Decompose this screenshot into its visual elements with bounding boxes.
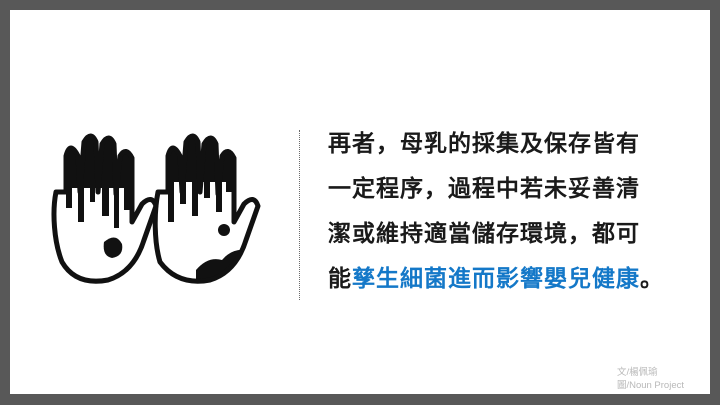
body-line-1: 再者，母乳的採集及保存皆有	[328, 131, 640, 157]
body-line-2: 一定程序，過程中若未妥善清	[328, 176, 640, 202]
dirty-hand-left-icon	[51, 133, 159, 284]
body-line-4: 能孳生細菌進而影響嬰兒健康。	[328, 257, 708, 302]
vertical-divider	[299, 130, 300, 300]
body-line-3: 潔或維持適當儲存環境，都可	[328, 221, 640, 247]
highlighted-phrase: 孳生細菌進而影響嬰兒健康	[352, 266, 640, 292]
slide-card: 再者，母乳的採集及保存皆有 一定程序，過程中若未妥善清 潔或維持適當儲存環境，都…	[10, 10, 710, 394]
credit-author: 文/楊佩瑜	[616, 367, 658, 378]
dirty-hands-icon	[51, 133, 261, 284]
body-text: 再者，母乳的採集及保存皆有 一定程序，過程中若未妥善清 潔或維持適當儲存環境，都…	[328, 122, 708, 302]
body-line-4-end: 。	[640, 266, 664, 292]
dirty-hand-right-icon	[152, 133, 261, 284]
credit-image: 圖/Noun Project	[616, 380, 684, 391]
credit-block: 文/楊佩瑜 圖/Noun Project	[617, 366, 684, 392]
body-line-4-plain: 能	[328, 266, 352, 292]
